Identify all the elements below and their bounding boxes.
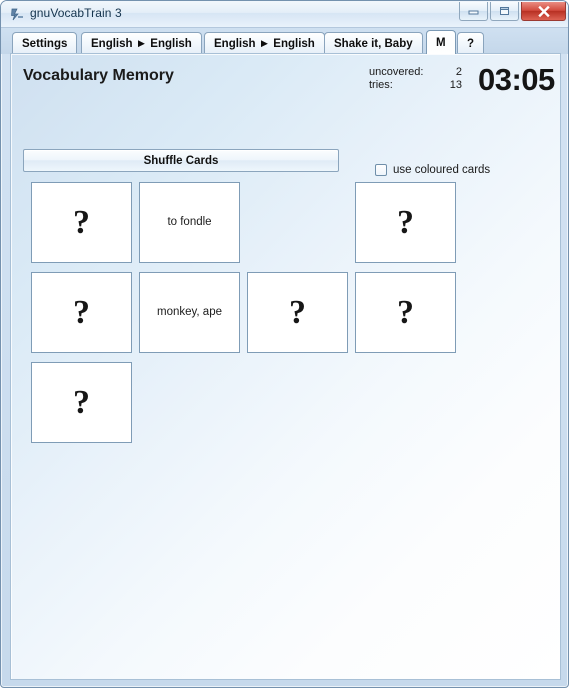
game-timer: 03:05 [478,62,555,97]
memory-card[interactable]: ? [31,182,132,263]
tab-help[interactable]: ? [457,32,485,54]
card-cell: monkey, ape [139,272,240,353]
card-cell: ? [355,272,456,353]
card-face-down-glyph: ? [73,203,90,241]
memory-card[interactable]: ? [247,272,348,353]
tab-strip: Settings English ► English English ► Eng… [1,28,568,54]
memory-card-grid: ? to fondle ? ? monkey, ape ? ? ? [22,182,456,452]
application-window: gnuVocabTrain 3 Settings English ► Engli… [0,0,569,688]
stat-row-tries: tries: 13 [369,79,465,92]
card-face-down-glyph: ? [289,293,306,331]
maximize-button[interactable] [490,2,519,21]
card-row: ? [22,362,442,452]
card-cell: ? [31,272,132,353]
content-panel: Vocabulary Memory uncovered: 2 tries: 13… [10,53,561,680]
tab-english-english-1[interactable]: English ► English [81,32,202,54]
memory-card[interactable]: ? [31,272,132,353]
card-row: ? to fondle ? [22,182,456,272]
memory-card[interactable]: monkey, ape [139,272,240,353]
use-coloured-cards-checkbox[interactable] [375,164,387,176]
memory-card[interactable]: to fondle [139,182,240,263]
memory-card-removed [247,182,348,263]
use-coloured-cards-label: use coloured cards [393,164,491,176]
tab-shake-it-baby[interactable]: Shake it, Baby [324,32,423,54]
card-cell: ? [31,362,132,443]
card-cell: to fondle [139,182,240,263]
tries-value: 13 [449,79,462,91]
uncovered-value: 2 [455,66,462,78]
card-cell-empty [247,182,348,263]
card-row: ? monkey, ape ? ? [22,272,456,362]
card-cell: ? [247,272,348,353]
use-coloured-cards-row[interactable]: use coloured cards [375,164,490,176]
tab-memory[interactable]: M [426,30,456,54]
card-face-up-text: monkey, ape [157,306,222,319]
minimize-button[interactable] [459,2,488,21]
app-icon [11,8,23,21]
card-face-down-glyph: ? [73,293,90,331]
uncovered-label: uncovered: [369,66,424,78]
page-title: Vocabulary Memory [23,67,174,84]
shuffle-cards-button[interactable]: Shuffle Cards [23,149,339,172]
maximize-icon [491,2,518,20]
title-bar: gnuVocabTrain 3 [1,1,568,28]
tab-english-english-2[interactable]: English ► English [204,32,325,54]
card-cell: ? [355,182,456,263]
minimize-icon [460,2,487,20]
card-cell: ? [31,182,132,263]
close-button[interactable] [521,2,566,21]
card-face-up-text: to fondle [167,216,212,229]
tab-settings[interactable]: Settings [12,32,78,54]
card-face-down-glyph: ? [73,383,90,421]
memory-card[interactable]: ? [355,182,456,263]
tries-label: tries: [369,79,393,91]
card-face-down-glyph: ? [397,203,414,241]
stat-row-uncovered: uncovered: 2 [369,66,465,79]
memory-card[interactable]: ? [31,362,132,443]
card-face-down-glyph: ? [397,293,414,331]
close-icon [522,2,565,20]
stats-block: uncovered: 2 tries: 13 [369,66,465,92]
memory-card[interactable]: ? [355,272,456,353]
window-title: gnuVocabTrain 3 [30,6,122,20]
